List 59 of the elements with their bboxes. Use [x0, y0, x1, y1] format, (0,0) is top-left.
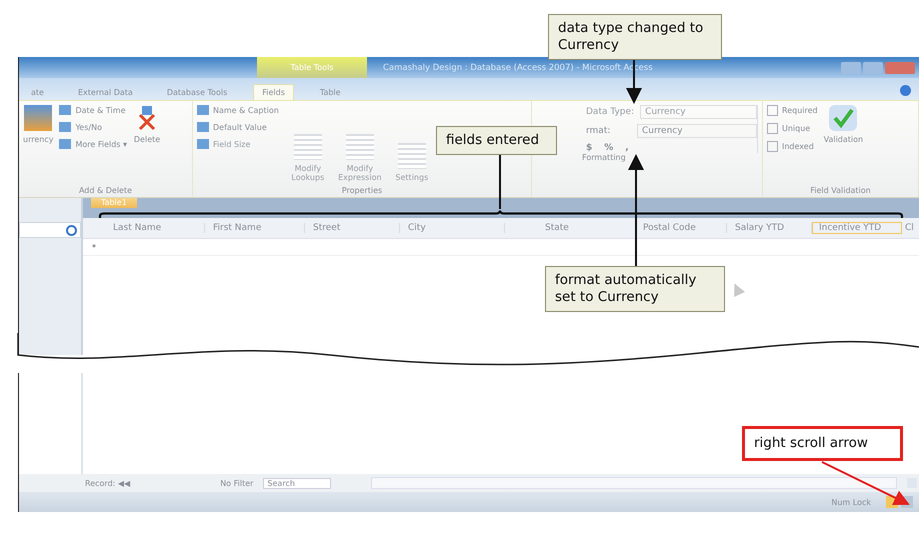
data-type-dropdown[interactable]: Currency	[640, 105, 757, 119]
checkbox[interactable]: Indexed	[767, 141, 818, 152]
search-field[interactable]: Search	[263, 478, 332, 488]
ribbon-tab[interactable]: Table	[312, 85, 349, 100]
ribbon-tab[interactable]: Database Tools	[158, 85, 236, 100]
ribbon-button[interactable]: Settings	[388, 105, 435, 186]
number-format-button[interactable]: ,	[625, 143, 629, 153]
ribbon-button[interactable]: Date & Time	[59, 105, 128, 115]
checkbox[interactable]: Unique	[767, 123, 818, 134]
ribbon-button[interactable]: Yes/No	[59, 122, 128, 132]
table-tab[interactable]: Table1	[91, 198, 137, 208]
context-tab-label: Table Tools	[257, 57, 367, 78]
column-header[interactable]: Cl	[902, 223, 919, 233]
status-text: Num Lock	[831, 498, 871, 506]
search-icon	[66, 224, 77, 236]
horizontal-scrollbar[interactable]	[371, 477, 897, 489]
checkbox[interactable]: Required	[767, 105, 818, 116]
currency-button[interactable]: urrency	[23, 105, 54, 186]
help-icon[interactable]	[900, 85, 911, 96]
ribbon-button[interactable]: Modify Lookups	[284, 105, 331, 186]
ribbon-tab[interactable]: External Data	[70, 85, 141, 100]
group-label: Add & Delete	[78, 186, 134, 195]
new-record-marker: *	[91, 242, 97, 252]
validation-button[interactable]: Validation	[824, 105, 864, 186]
callout: data type changed to Currency	[548, 14, 722, 60]
leader-line	[499, 155, 501, 209]
ribbon-button[interactable]: Name & Caption	[197, 105, 279, 115]
ribbon-tab[interactable]: ate	[23, 85, 52, 100]
record-navigator[interactable]: Record: ◀◀	[85, 478, 130, 488]
group-label: Properties	[340, 186, 384, 195]
ribbon-tab[interactable]: Fields	[253, 84, 294, 100]
ribbon-button[interactable]: More Fields ▾	[59, 139, 128, 149]
field-label: Data Type:	[586, 107, 634, 117]
column-header[interactable]: City	[400, 223, 505, 233]
column-header[interactable]: Incentive YTD	[812, 222, 902, 234]
minimize-button[interactable]	[841, 62, 861, 74]
check-icon	[829, 105, 858, 131]
maximize-button[interactable]	[863, 62, 883, 74]
column-header[interactable]: Street	[305, 223, 400, 233]
search-field[interactable]	[19, 222, 81, 238]
filter-button[interactable]: No Filter	[220, 478, 254, 488]
callout: fields entered	[436, 126, 557, 155]
delete-button[interactable]: Delete	[133, 105, 162, 186]
column-header[interactable]: Postal Code	[637, 223, 727, 233]
number-format-button[interactable]: $	[586, 143, 592, 153]
column-header[interactable]: State	[505, 223, 637, 233]
number-format-button[interactable]: %	[604, 143, 614, 153]
ribbon-button[interactable]: Modify Expression	[336, 105, 383, 186]
group-label: Field Validation	[809, 186, 872, 195]
field-label: rmat:	[586, 126, 610, 136]
column-header[interactable]: Last Name	[105, 223, 205, 233]
column-header[interactable]: First Name	[205, 223, 305, 233]
group-label: Formatting	[581, 153, 627, 162]
callout: format automatically set to Currency	[545, 266, 725, 312]
callout: right scroll arrow	[742, 426, 903, 461]
close-button[interactable]	[885, 62, 915, 74]
format-dropdown[interactable]: Currency	[637, 124, 757, 138]
ribbon-button[interactable]: Default Value	[197, 122, 279, 132]
column-header[interactable]: Salary YTD	[727, 223, 812, 233]
